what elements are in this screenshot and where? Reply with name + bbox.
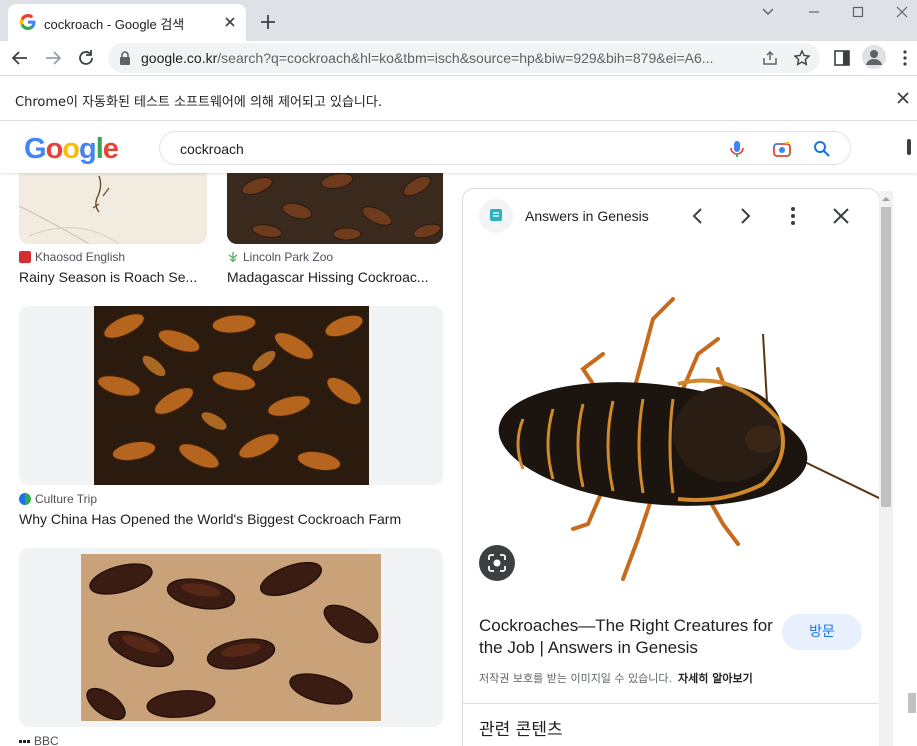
result-source: Lincoln Park Zoo — [227, 250, 333, 264]
dark-cockroaches-image — [81, 554, 381, 721]
visit-button[interactable]: 방문 — [782, 614, 862, 650]
result-title[interactable]: Madagascar Hissing Cockroac... — [227, 269, 433, 285]
microphone-icon[interactable] — [727, 139, 747, 159]
forward-arrow-icon[interactable] — [42, 47, 64, 69]
panel-scroll-thumb[interactable] — [881, 207, 891, 507]
more-options-icon[interactable] — [782, 205, 804, 227]
learn-more-link[interactable]: 자세히 알아보기 — [678, 672, 753, 685]
page-scroll-thumb[interactable] — [908, 693, 916, 713]
answers-in-genesis-favicon-icon — [490, 209, 502, 221]
tab-close-icon[interactable] — [222, 14, 238, 30]
tab-strip: cockroach - Google 검색 — [0, 0, 917, 41]
logo-letter: G — [24, 133, 47, 165]
bookmark-star-icon[interactable] — [793, 49, 811, 67]
google-header: Google cockroach — [0, 121, 917, 173]
scroll-up-arrow-icon[interactable] — [882, 195, 890, 203]
browser-menu-icon[interactable] — [896, 49, 914, 67]
panel-site-name[interactable]: Answers in Genesis — [525, 208, 649, 224]
panel-scrollbar[interactable] — [879, 191, 893, 746]
minimize-icon[interactable] — [804, 4, 824, 20]
logo-letter: e — [102, 133, 119, 165]
profile-avatar[interactable] — [862, 45, 886, 69]
maximize-icon[interactable] — [848, 4, 868, 20]
window-close-icon[interactable] — [892, 4, 912, 20]
lock-icon[interactable] — [118, 50, 132, 66]
site-favicon — [479, 199, 513, 233]
url-text[interactable]: google.co.kr/search?q=cockroach&hl=ko&tb… — [141, 50, 753, 66]
logo-letter: o — [45, 133, 64, 165]
camera-search-icon[interactable] — [772, 139, 792, 159]
culture-trip-favicon-icon — [19, 493, 31, 505]
logo-letter: g — [79, 133, 97, 165]
search-results-page: Google cockroach Khaosod English Rainy S… — [0, 121, 917, 746]
browser-toolbar: google.co.kr/search?q=cockroach&hl=ko&tb… — [0, 41, 917, 75]
infobar-text: Chrome이 자동화된 테스트 소프트웨어에 의해 제어되고 있습니다. — [15, 95, 382, 110]
result-title[interactable]: Why China Has Opened the World's Biggest… — [19, 511, 443, 527]
search-input[interactable]: cockroach — [180, 141, 244, 157]
lens-icon — [488, 554, 506, 572]
tab-search-chevron-icon[interactable] — [758, 4, 778, 20]
result-thumbnail[interactable] — [19, 548, 443, 727]
share-icon[interactable] — [761, 49, 779, 67]
apps-menu-edge[interactable] — [907, 139, 911, 155]
google-logo[interactable]: Google — [24, 133, 119, 166]
bbc-favicon-icon — [19, 739, 30, 743]
reload-icon[interactable] — [75, 47, 97, 69]
lincoln-park-zoo-favicon-icon — [228, 252, 238, 262]
previous-chevron-icon[interactable] — [687, 205, 709, 227]
automation-infobar: Chrome이 자동화된 테스트 소프트웨어에 의해 제어되고 있습니다. — [0, 75, 917, 121]
khaosod-favicon-icon — [19, 251, 31, 263]
logo-letter: l — [95, 133, 104, 165]
panel-image-title[interactable]: Cockroaches—The Right Creatures for the … — [479, 615, 779, 659]
result-source: Khaosod English — [19, 250, 125, 264]
cockroach-farm-image — [94, 306, 369, 485]
result-source: BBC — [19, 734, 59, 746]
back-arrow-icon[interactable] — [9, 47, 31, 69]
next-chevron-icon[interactable] — [734, 205, 756, 227]
image-preview-panel: Answers in Genesis Cockroaches—The Right… — [462, 188, 880, 746]
close-panel-icon[interactable] — [830, 205, 852, 227]
google-favicon-icon — [20, 14, 36, 30]
browser-tab[interactable]: cockroach - Google 검색 — [8, 4, 246, 41]
result-title[interactable]: Rainy Season is Roach Se... — [19, 269, 207, 285]
related-content-heading: 관련 콘텐츠 — [479, 720, 563, 740]
profile-person-icon — [866, 50, 882, 65]
tab-title: cockroach - Google 검색 — [44, 17, 185, 32]
result-thumbnail[interactable] — [19, 306, 443, 485]
panel-divider — [463, 703, 879, 704]
infobar-close-icon[interactable] — [896, 91, 910, 105]
search-box[interactable]: cockroach — [159, 131, 851, 165]
lens-search-button[interactable] — [479, 545, 515, 581]
search-icon[interactable] — [812, 139, 832, 159]
copyright-notice: 저작권 보호를 받는 이미지일 수 있습니다. 자세히 알아보기 — [479, 672, 753, 685]
address-bar[interactable]: google.co.kr/search?q=cockroach&hl=ko&tb… — [108, 43, 820, 73]
logo-letter: o — [62, 133, 80, 165]
new-tab-icon[interactable] — [258, 12, 278, 32]
side-panel-icon[interactable] — [833, 49, 851, 67]
result-source: Culture Trip — [19, 492, 97, 506]
cockroach-main-image[interactable] — [463, 259, 880, 589]
